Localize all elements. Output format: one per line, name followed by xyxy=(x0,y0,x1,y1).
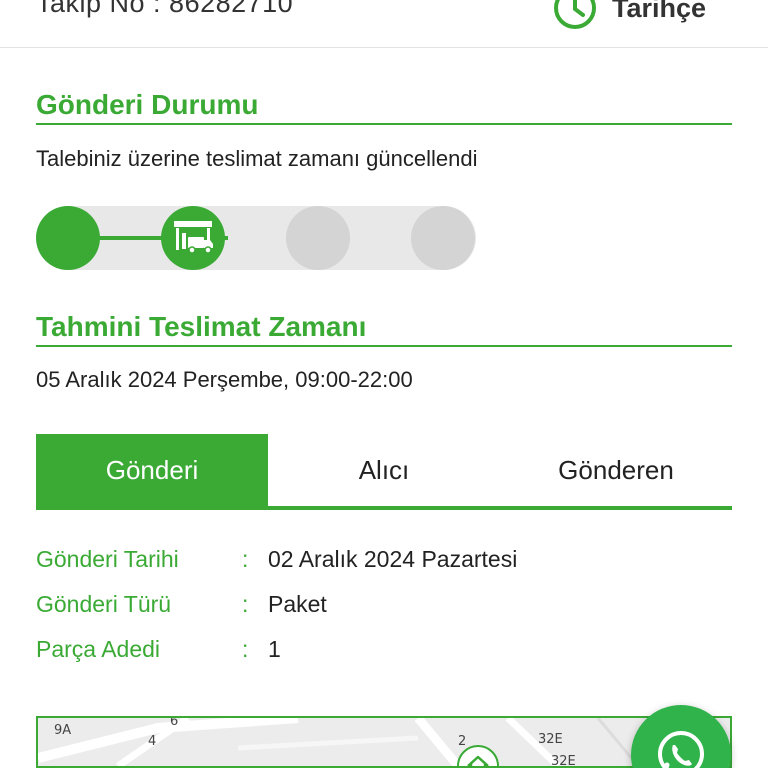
progress-step-1 xyxy=(36,206,100,270)
detail-value: 02 Aralık 2024 Pazartesi xyxy=(268,546,518,572)
detail-row-shipment-type: Gönderi Türü : Paket xyxy=(36,582,732,627)
map-streets xyxy=(38,718,730,766)
clock-history-icon xyxy=(554,0,596,29)
map-label: 9A xyxy=(54,723,72,738)
progress-step-4 xyxy=(411,206,475,270)
map-label: 32E xyxy=(551,754,576,768)
detail-label: Gönderi Tarihi xyxy=(36,546,179,572)
top-bar: Takip No : 86282710 Tarihçe xyxy=(0,0,768,48)
detail-label: Gönderi Türü xyxy=(36,591,172,617)
tab-recipient[interactable]: Alıcı xyxy=(268,434,500,506)
info-tabs: Gönderi Alıcı Gönderen xyxy=(36,434,732,510)
tab-sender[interactable]: Gönderen xyxy=(500,434,732,506)
detail-separator: : xyxy=(242,636,249,662)
progress-step-3 xyxy=(286,206,350,270)
tracking-number: Takip No : 86282710 xyxy=(36,0,294,18)
estimated-delivery-title: Tahmini Teslimat Zamanı xyxy=(36,311,732,347)
detail-value: Paket xyxy=(268,591,327,617)
whatsapp-button[interactable] xyxy=(631,705,731,768)
tab-shipment[interactable]: Gönderi xyxy=(36,434,268,506)
detail-separator: : xyxy=(242,591,249,617)
delivery-map[interactable]: 9A 4 6 2 32E 32E xyxy=(36,716,732,768)
estimated-delivery-value: 05 Aralık 2024 Perşembe, 09:00-22:00 xyxy=(36,367,413,392)
progress-step-2 xyxy=(161,206,225,270)
detail-label: Parça Adedi xyxy=(36,636,161,662)
history-label: Tarihçe xyxy=(612,0,707,23)
status-progress-tracker xyxy=(36,206,476,270)
map-label: 4 xyxy=(148,734,157,749)
history-button[interactable]: Tarihçe xyxy=(552,0,706,30)
shipment-details: Gönderi Tarihi : 02 Aralık 2024 Pazartes… xyxy=(36,537,732,672)
home-pin-icon[interactable] xyxy=(456,744,500,768)
detail-row-shipment-date: Gönderi Tarihi : 02 Aralık 2024 Pazartes… xyxy=(36,537,732,582)
map-label: 32E xyxy=(538,732,563,747)
shipment-status-title: Gönderi Durumu xyxy=(36,89,732,125)
detail-separator: : xyxy=(242,546,249,572)
detail-row-piece-count: Parça Adedi : 1 xyxy=(36,627,732,672)
detail-value: 1 xyxy=(268,636,281,662)
status-message: Talebiniz üzerine teslimat zamanı güncel… xyxy=(36,146,478,171)
delivery-truck-icon xyxy=(174,221,213,254)
whatsapp-icon xyxy=(658,731,704,768)
map-label: 6 xyxy=(170,716,179,729)
